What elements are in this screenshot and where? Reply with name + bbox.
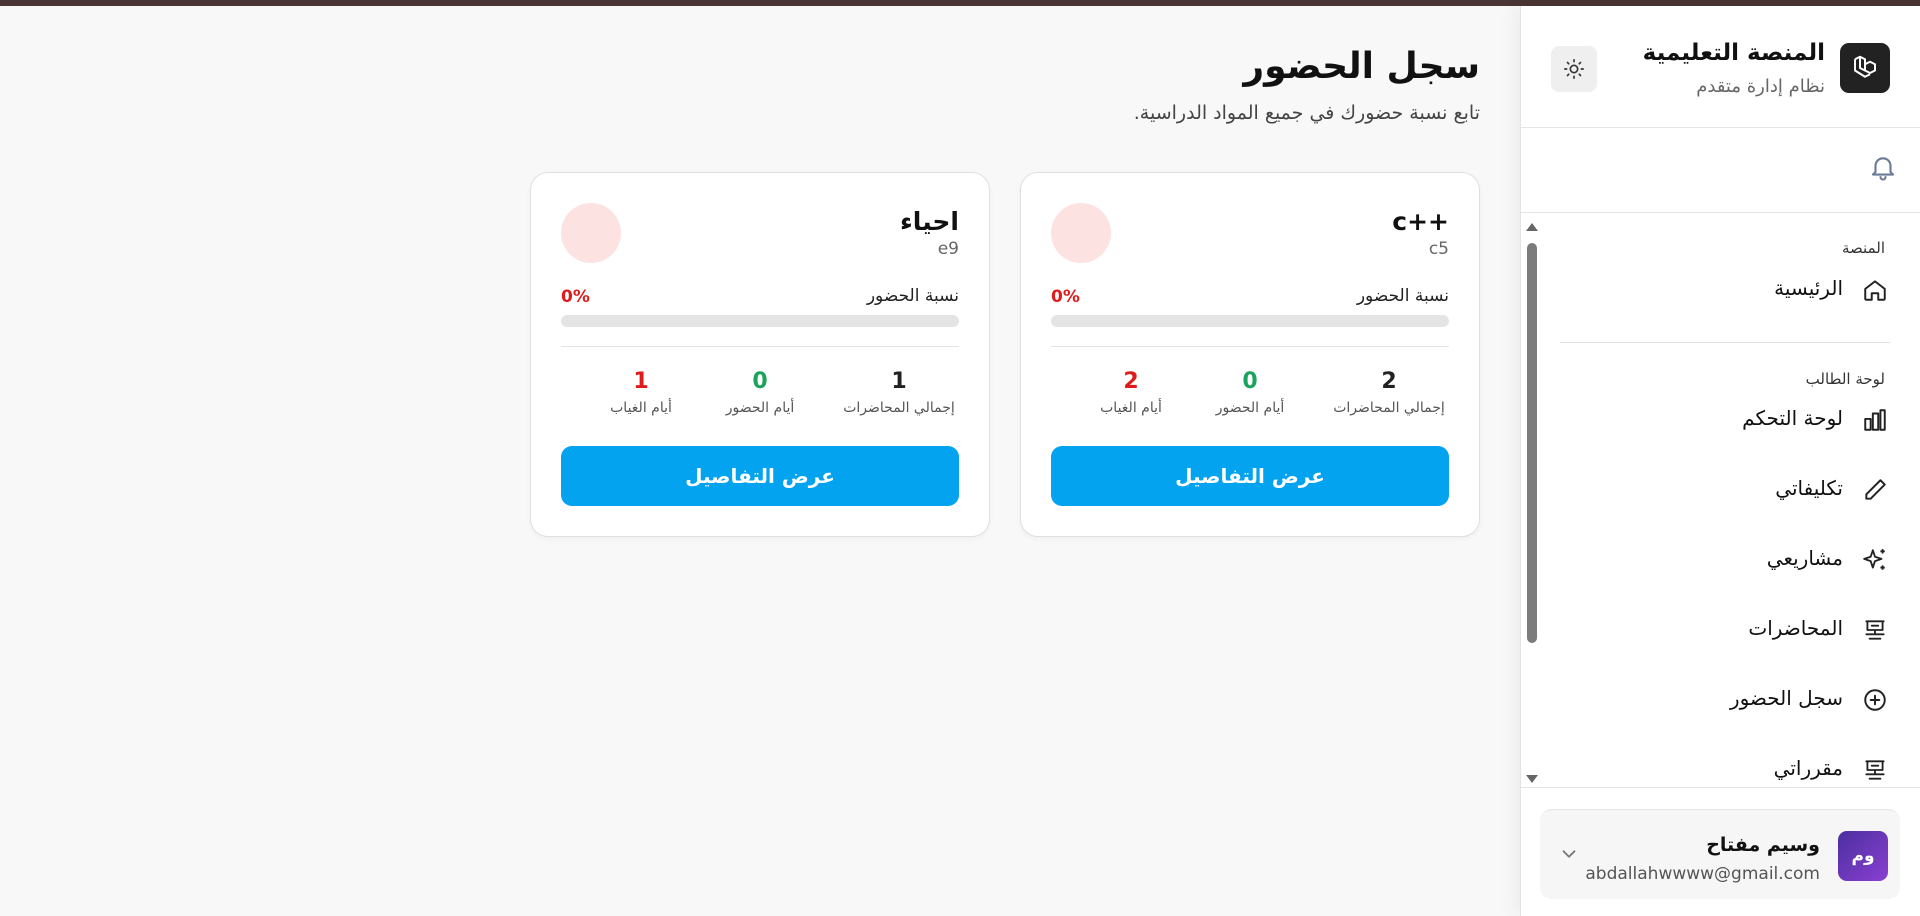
nav-divider	[1560, 342, 1890, 343]
course-name: c++	[1392, 207, 1449, 236]
attendance-progress-bar	[561, 315, 959, 327]
stat-absent-days: 1 أيام الغياب	[581, 369, 701, 416]
bar-chart-icon	[1860, 405, 1890, 435]
home-icon	[1860, 275, 1890, 305]
stat-value: 1	[891, 369, 907, 394]
stat-total-lectures: 1 إجمالي المحاضرات	[839, 369, 959, 416]
stat-value: 1	[633, 369, 649, 394]
sidebar-scrollbar[interactable]	[1523, 219, 1539, 787]
laravel-logo-icon[interactable]	[1840, 43, 1890, 93]
presentation-icon	[1860, 615, 1890, 645]
attendance-rate-value: 0%	[1051, 287, 1080, 307]
nav-group-label: لوحة الطالب	[1805, 370, 1885, 388]
sun-icon[interactable]	[1551, 46, 1597, 92]
course-code: e9	[937, 239, 959, 259]
stat-label: أيام الغياب	[610, 400, 672, 416]
page-subtitle: تابع نسبة حضورك في جميع المواد الدراسية.	[1133, 102, 1480, 124]
avatar: وم	[1838, 831, 1888, 881]
stat-value: 2	[1123, 369, 1139, 394]
stat-value: 0	[752, 369, 768, 394]
scrollbar-thumb[interactable]	[1527, 243, 1537, 643]
nav-group-label: المنصة	[1842, 239, 1885, 257]
brand-subtitle: نظام إدارة متقدم	[1696, 76, 1825, 97]
sidebar: المنصة التعليمية نظام إدارة متقدم المنصة…	[1520, 6, 1920, 916]
sidebar-item-courses[interactable]: مقرراتي	[1550, 747, 1890, 787]
scroll-down-arrow-icon[interactable]	[1526, 775, 1538, 783]
presentation-icon	[1860, 755, 1890, 785]
sidebar-item-assignments[interactable]: تكليفاتي	[1550, 467, 1890, 511]
sidebar-nav: المنصة الرئيسية لوحة الطالب لوحة التحكم …	[1520, 219, 1920, 787]
sidebar-item-label: الرئيسية	[1774, 276, 1843, 300]
user-email: abdallahwwww@gmail.com	[1585, 864, 1820, 884]
sidebar-item-projects[interactable]: مشاريعي	[1550, 537, 1890, 581]
sparkles-icon	[1860, 545, 1890, 575]
page-title: سجل الحضور	[1243, 46, 1480, 87]
sidebar-item-label: لوحة التحكم	[1742, 406, 1843, 430]
attendance-rate-label: نسبة الحضور	[866, 286, 959, 306]
user-area-divider	[1520, 787, 1920, 788]
brand-title: المنصة التعليمية	[1642, 40, 1825, 66]
bell-icon[interactable]	[1868, 150, 1898, 188]
course-name: احياء	[900, 207, 959, 236]
stat-present-days: 0 أيام الحضور	[700, 369, 820, 416]
card-divider	[1051, 346, 1449, 347]
stat-label: أيام الغياب	[1100, 400, 1162, 416]
attendance-status-circle	[1051, 203, 1111, 263]
stat-label: أيام الحضور	[725, 400, 795, 416]
brand-header: المنصة التعليمية نظام إدارة متقدم	[1521, 6, 1920, 128]
sidebar-item-label: مشاريعي	[1766, 546, 1843, 570]
sidebar-item-lectures[interactable]: المحاضرات	[1550, 607, 1890, 651]
stat-label: إجمالي المحاضرات	[843, 400, 955, 416]
sidebar-item-label: تكليفاتي	[1775, 476, 1843, 500]
stat-total-lectures: 2 إجمالي المحاضرات	[1329, 369, 1449, 416]
sidebar-item-dashboard[interactable]: لوحة التحكم	[1550, 397, 1890, 441]
stat-value: 0	[1242, 369, 1258, 394]
sidebar-item-home[interactable]: الرئيسية	[1550, 267, 1890, 311]
sidebar-item-label: مقرراتي	[1773, 756, 1843, 780]
sidebar-item-label: سجل الحضور	[1729, 686, 1843, 710]
sidebar-item-attendance[interactable]: سجل الحضور	[1550, 677, 1890, 721]
stat-value: 2	[1381, 369, 1397, 394]
stat-label: أيام الحضور	[1215, 400, 1285, 416]
attendance-progress-bar	[1051, 315, 1449, 327]
plus-circle-icon	[1860, 685, 1890, 715]
card-divider	[561, 346, 959, 347]
view-details-button[interactable]: عرض التفاصيل	[561, 446, 959, 506]
scroll-up-arrow-icon[interactable]	[1526, 223, 1538, 231]
chevron-down-icon[interactable]	[1558, 843, 1580, 869]
course-code: c5	[1428, 239, 1449, 259]
user-name: وسيم مفتاح	[1706, 834, 1820, 856]
sidebar-item-label: المحاضرات	[1748, 616, 1843, 640]
course-card: c++ c5 نسبة الحضور 0% 2 إجمالي المحاضرات…	[1020, 172, 1480, 537]
attendance-status-circle	[561, 203, 621, 263]
course-card: احياء e9 نسبة الحضور 0% 1 إجمالي المحاضر…	[530, 172, 990, 537]
stat-label: إجمالي المحاضرات	[1333, 400, 1445, 416]
pencil-icon	[1860, 475, 1890, 505]
user-menu[interactable]: وم وسيم مفتاح abdallahwwww@gmail.com	[1540, 809, 1900, 899]
stat-present-days: 0 أيام الحضور	[1190, 369, 1310, 416]
view-details-button[interactable]: عرض التفاصيل	[1051, 446, 1449, 506]
stat-absent-days: 2 أيام الغياب	[1071, 369, 1191, 416]
attendance-rate-label: نسبة الحضور	[1356, 286, 1449, 306]
notifications-bar	[1521, 128, 1920, 213]
attendance-rate-value: 0%	[561, 287, 590, 307]
